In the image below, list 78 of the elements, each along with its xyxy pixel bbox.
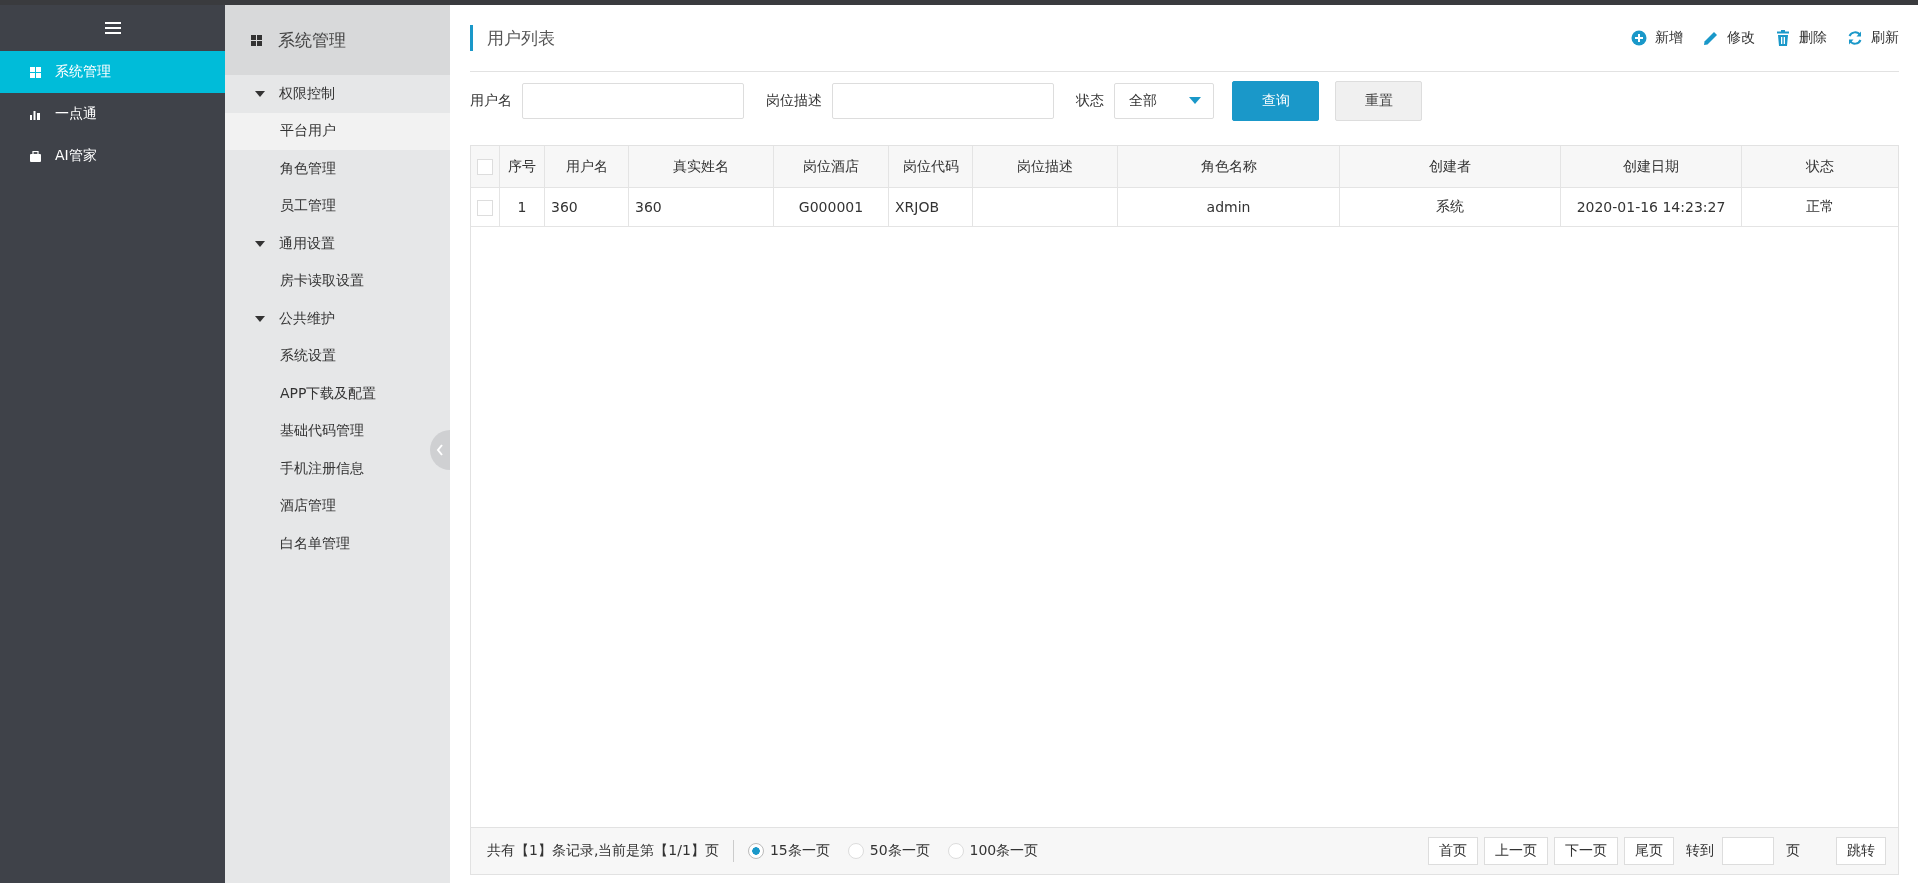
menu-item[interactable]: 员工管理 xyxy=(225,187,428,225)
table-cell: G000001 xyxy=(773,187,889,227)
refresh-icon xyxy=(1847,30,1863,46)
briefcase-icon xyxy=(30,150,41,162)
caret-down-icon xyxy=(255,313,265,324)
table-cell: 正常 xyxy=(1741,187,1898,227)
radio-button[interactable] xyxy=(747,843,764,859)
column-header[interactable]: 序号 xyxy=(499,146,545,188)
page-nav-button[interactable]: 下一页 xyxy=(1554,837,1618,865)
toolbar-button[interactable]: 新增 xyxy=(1631,29,1683,47)
column-header[interactable]: 状态 xyxy=(1741,146,1898,188)
radio-button[interactable] xyxy=(947,843,964,859)
page-size-option[interactable]: 15条一页 xyxy=(747,842,830,860)
toolbar-button[interactable]: 修改 xyxy=(1703,29,1755,47)
table-cell: 360 xyxy=(544,187,629,227)
menu-group[interactable]: 公共维护 xyxy=(225,300,450,338)
table-cell: 1 xyxy=(499,187,545,227)
menu-item[interactable]: 角色管理 xyxy=(225,150,428,188)
reset-button[interactable]: 重置 xyxy=(1335,81,1422,121)
field-label: 用户名 xyxy=(470,92,512,110)
input-field[interactable] xyxy=(522,83,744,119)
column-header[interactable]: 岗位代码 xyxy=(888,146,973,188)
collapse-handle[interactable] xyxy=(430,430,450,470)
menu-group[interactable]: 通用设置 xyxy=(225,225,450,263)
menu-group[interactable]: 权限控制 xyxy=(225,75,450,113)
record-summary: 共有【1】条记录,当前是第【1/1】页 xyxy=(487,842,719,860)
table-cell: 360 xyxy=(628,187,774,227)
status-dropdown[interactable]: 全部 xyxy=(1114,83,1214,119)
field-label: 状态 xyxy=(1076,92,1104,110)
menu-item[interactable]: 系统设置 xyxy=(225,337,428,375)
page-title: 用户列表 xyxy=(470,25,555,51)
column-header[interactable]: 真实姓名 xyxy=(628,146,774,188)
toolbar-button[interactable]: 刷新 xyxy=(1847,29,1899,47)
select-all-checkbox[interactable] xyxy=(477,159,493,175)
goto-label: 转到 xyxy=(1686,842,1714,860)
page-unit-label: 页 xyxy=(1786,842,1800,860)
menu-item[interactable]: APP下载及配置 xyxy=(225,375,428,413)
plus-circle-icon xyxy=(1631,30,1647,46)
column-header[interactable]: 用户名 xyxy=(544,146,629,188)
table-cell: 2020-01-16 14:23:27 xyxy=(1560,187,1742,227)
column-header[interactable]: 创建者 xyxy=(1339,146,1561,188)
sidebar-item[interactable]: AI管家 xyxy=(0,135,225,177)
page-size-option[interactable]: 100条一页 xyxy=(947,842,1039,860)
field-label: 岗位描述 xyxy=(766,92,822,110)
menu-item[interactable]: 手机注册信息 xyxy=(225,450,428,488)
page-size-option[interactable]: 50条一页 xyxy=(847,842,930,860)
page-nav-button[interactable]: 上一页 xyxy=(1484,837,1548,865)
menu-item[interactable]: 白名单管理 xyxy=(225,525,428,563)
column-header[interactable]: 岗位酒店 xyxy=(773,146,889,188)
menu-item[interactable]: 房卡读取设置 xyxy=(225,262,428,300)
caret-down-icon xyxy=(1189,97,1201,105)
table-cell: 系统 xyxy=(1339,187,1561,227)
column-header[interactable]: 岗位描述 xyxy=(972,146,1118,188)
row-checkbox[interactable] xyxy=(477,199,493,216)
menu-icon[interactable] xyxy=(104,22,121,34)
radio-button[interactable] xyxy=(847,843,864,859)
grid-icon xyxy=(30,66,41,78)
caret-down-icon xyxy=(255,88,265,99)
jump-button[interactable]: 跳转 xyxy=(1836,837,1886,865)
table-cell: admin xyxy=(1117,187,1340,227)
toolbar-button[interactable]: 删除 xyxy=(1775,29,1827,47)
trash-icon xyxy=(1775,30,1791,46)
bar-chart-icon xyxy=(30,108,41,120)
input-field[interactable] xyxy=(832,83,1054,119)
menu-item[interactable]: 酒店管理 xyxy=(225,487,428,525)
menu-item[interactable]: 平台用户 xyxy=(225,112,450,150)
caret-down-icon xyxy=(255,238,265,249)
page-nav-button[interactable]: 尾页 xyxy=(1624,837,1674,865)
sidebar-item[interactable]: 一点通 xyxy=(0,93,225,135)
grid-icon xyxy=(251,34,262,46)
page-nav-button[interactable]: 首页 xyxy=(1428,837,1478,865)
menu-item[interactable]: 基础代码管理 xyxy=(225,412,428,450)
column-header[interactable]: 角色名称 xyxy=(1117,146,1340,188)
table-cell: XRJOB xyxy=(888,187,973,227)
pencil-icon xyxy=(1703,30,1719,46)
page-number-field[interactable] xyxy=(1722,837,1774,865)
column-header[interactable]: 创建日期 xyxy=(1560,146,1742,188)
submenu-title: 系统管理 xyxy=(278,28,346,52)
